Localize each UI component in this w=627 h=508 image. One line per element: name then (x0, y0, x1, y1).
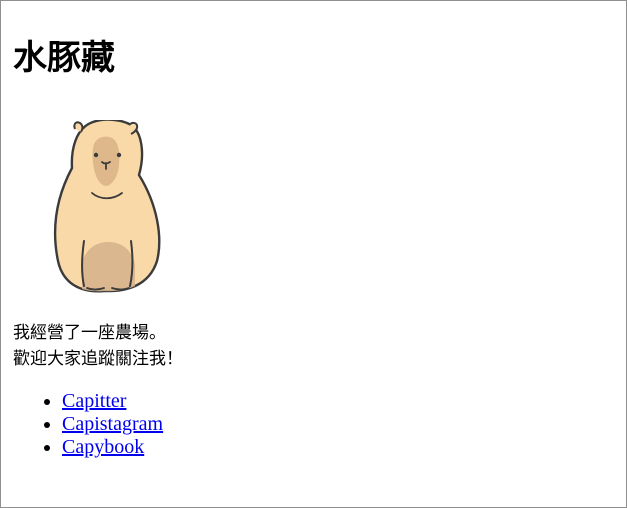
capitter-link[interactable]: Capitter (62, 390, 126, 412)
intro-line-farm: 我經營了一座農場。 (13, 323, 166, 343)
profile-page: 水豚藏 我經營了一座農場。 歡迎大家追蹤關注我！ • Capitter • Ca… (13, 1, 613, 459)
page-title: 水豚藏 (13, 38, 115, 78)
page-frame: 水豚藏 我經營了一座農場。 歡迎大家追蹤關注我！ • Capitter • Ca… (0, 0, 627, 508)
capybara-icon (53, 120, 161, 293)
capybook-link[interactable]: Capybook (62, 436, 144, 458)
capistagram-link[interactable]: Capistagram (62, 413, 163, 435)
capybara-right-eye (116, 152, 122, 158)
list-item: Capitter (62, 390, 613, 413)
capybara-belly-shadow (82, 242, 135, 292)
intro-text: 我經營了一座農場。 歡迎大家追蹤關注我！ (13, 320, 613, 372)
list-item: Capybook (62, 436, 613, 459)
intro-line-follow: 歡迎大家追蹤關注我！ (13, 349, 183, 369)
list-item: Capistagram (62, 413, 613, 436)
social-links-list: Capitter Capistagram Capybook (13, 390, 613, 459)
capybara-left-eye (93, 152, 99, 158)
capybara-left-ear (73, 121, 84, 133)
